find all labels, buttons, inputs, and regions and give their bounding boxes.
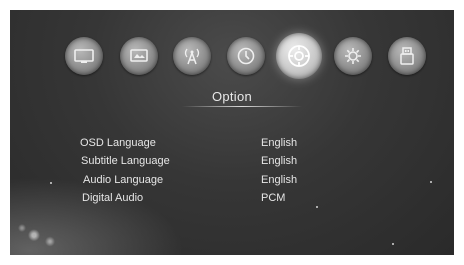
setting-value[interactable]: English	[261, 155, 297, 167]
setting-row-subtitle-language[interactable]: Subtitle Language English	[10, 155, 454, 171]
setting-row-digital-audio[interactable]: Digital Audio PCM	[10, 192, 454, 208]
setting-label: Audio Language	[83, 174, 164, 186]
setting-value[interactable]: PCM	[261, 192, 285, 204]
setting-value[interactable]: English	[261, 137, 297, 149]
setting-row-audio-language[interactable]: Audio Language English	[10, 174, 454, 190]
setting-value[interactable]: English	[261, 174, 297, 186]
tv-menu-screen: Option OSD Language English Subtitle Lan…	[10, 10, 454, 255]
setting-row-osd-language[interactable]: OSD Language English	[10, 137, 454, 153]
setting-label: OSD Language	[80, 137, 156, 149]
settings-list: OSD Language English Subtitle Language E…	[10, 10, 454, 255]
setting-label: Subtitle Language	[81, 155, 170, 167]
setting-label: Digital Audio	[82, 192, 144, 204]
